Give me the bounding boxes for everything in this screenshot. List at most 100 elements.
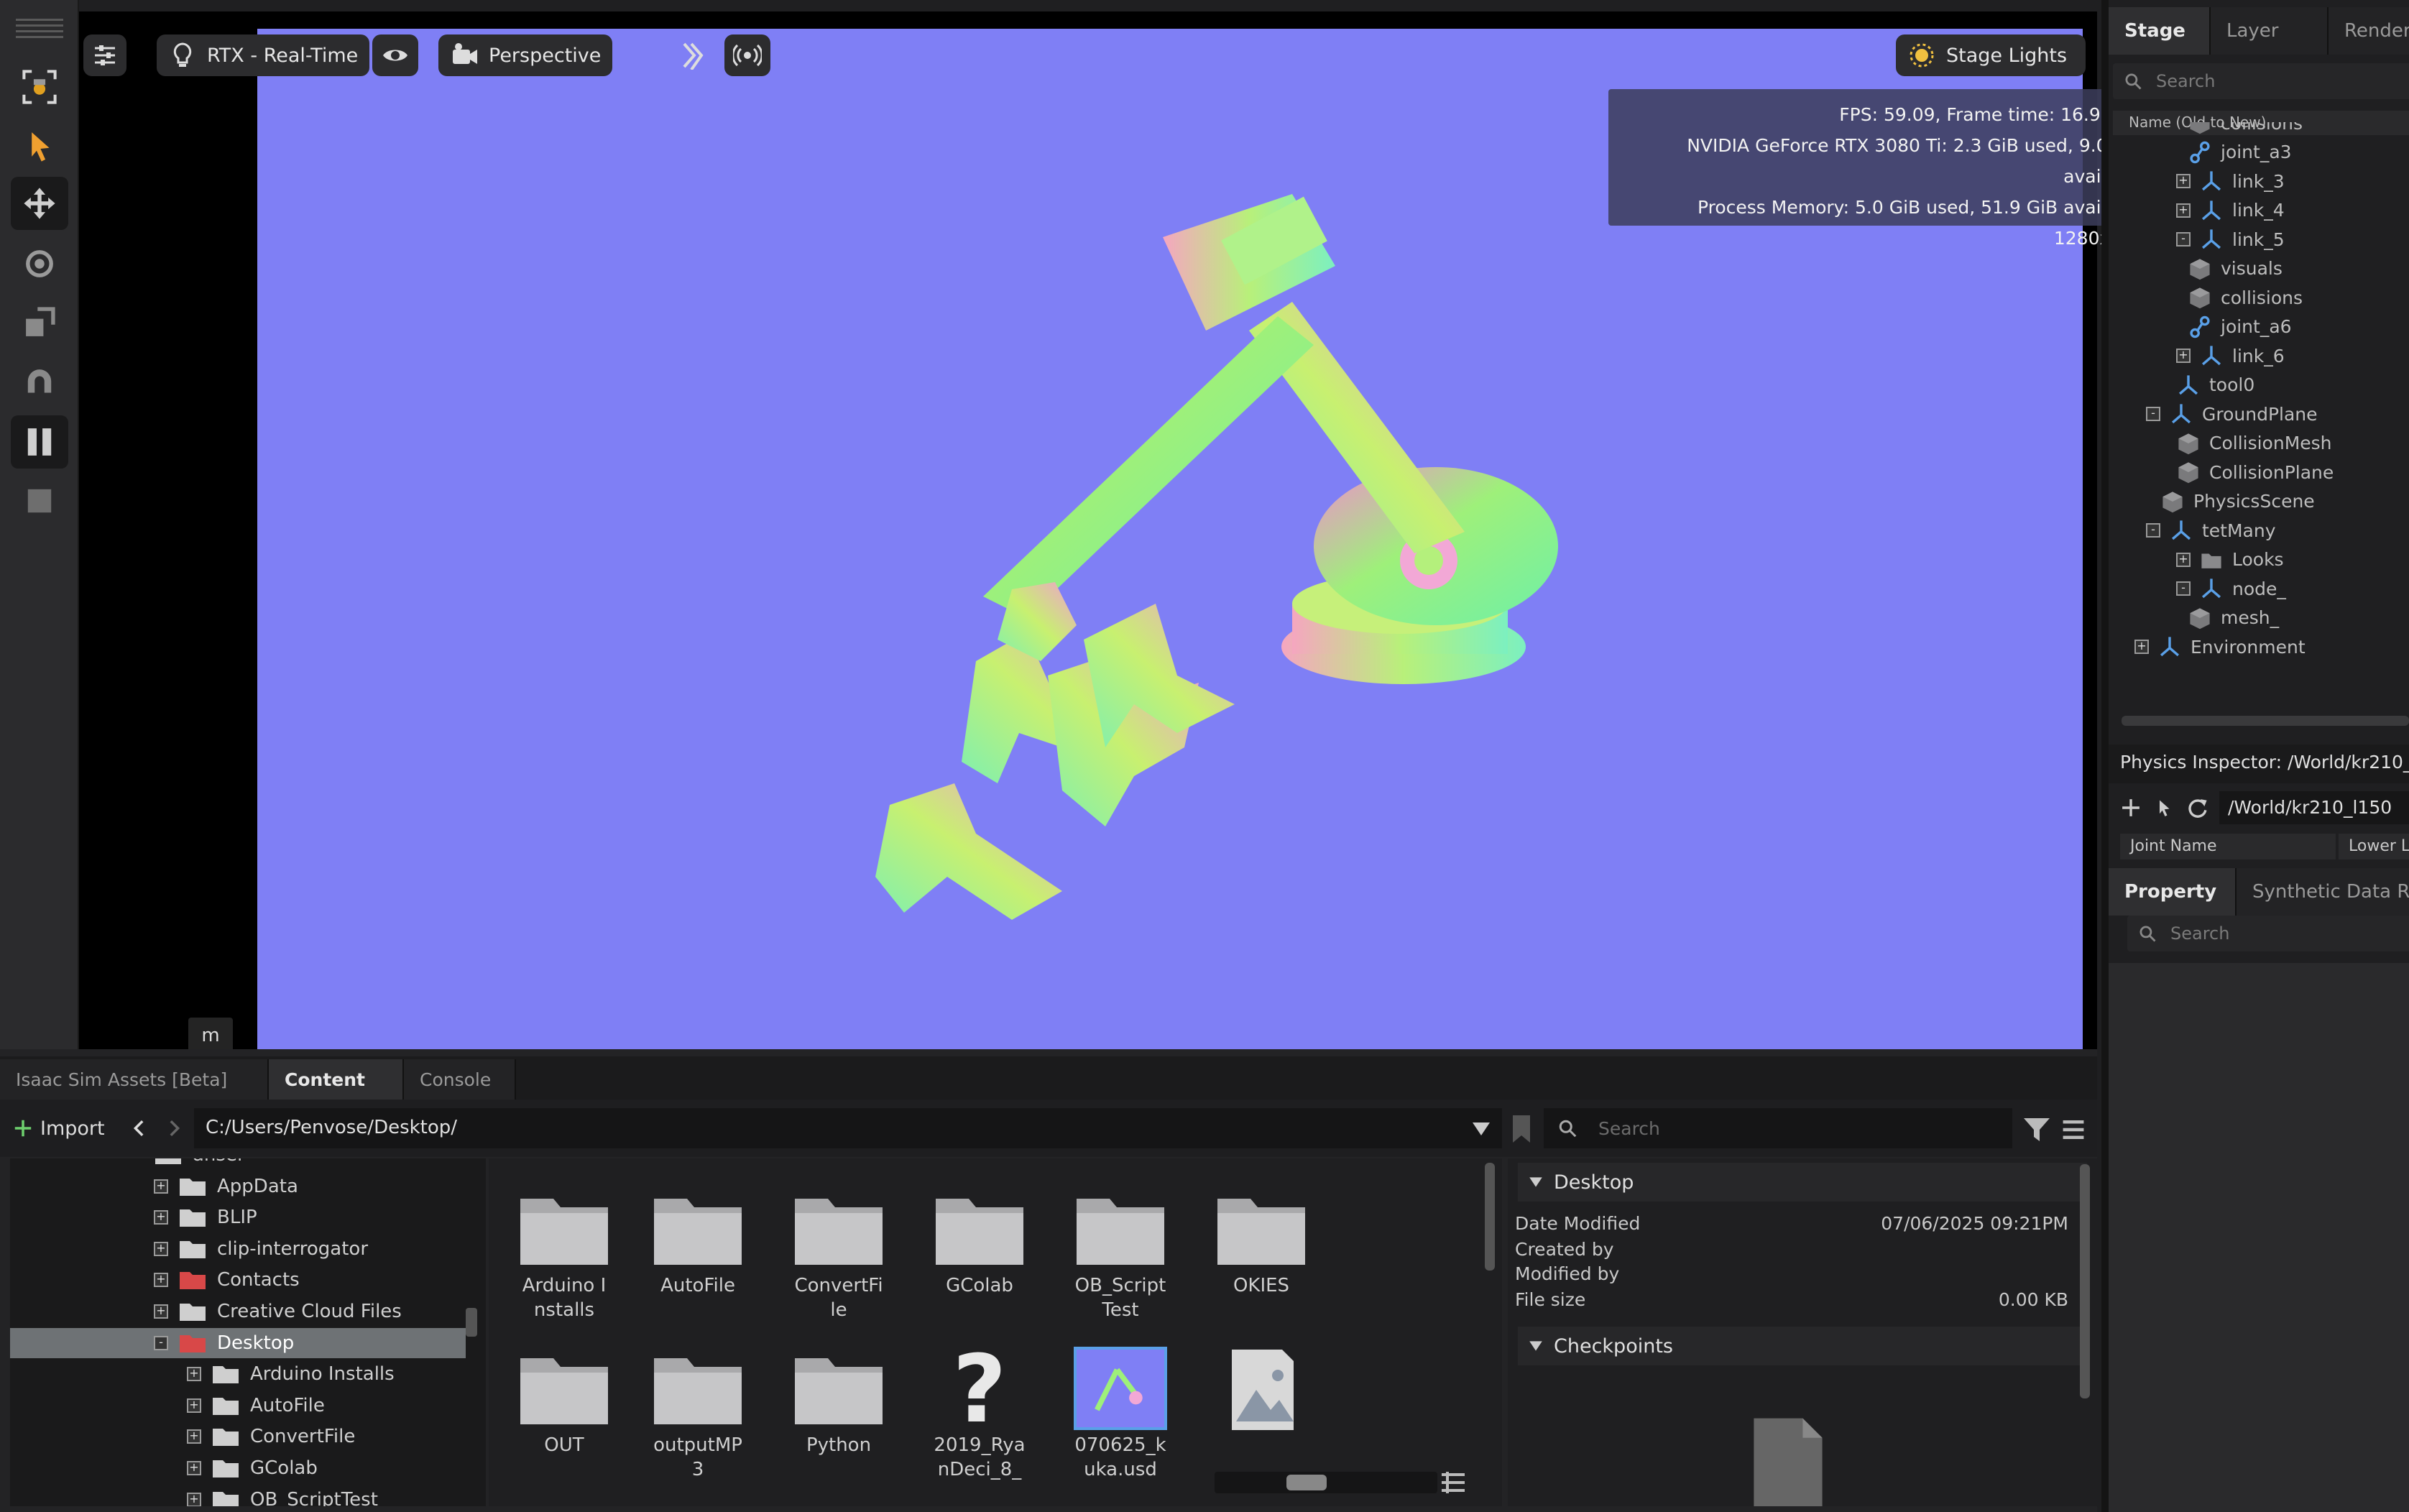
tab-content[interactable]: Content — [269, 1059, 404, 1100]
render-mode-button[interactable]: RTX - Real-Time — [157, 34, 370, 76]
stage-tree-row[interactable]: - GroundPlane — [2146, 399, 2318, 429]
viewport-mode-label[interactable]: m — [188, 1018, 233, 1054]
expand-icon[interactable]: + — [2176, 349, 2191, 363]
tab-render[interactable]: Render — [2329, 7, 2409, 55]
tab-isaac-assets[interactable]: Isaac Sim Assets [Beta] — [0, 1059, 269, 1100]
path-dropdown-icon[interactable] — [1470, 1118, 1492, 1140]
toolbar-grip[interactable] — [16, 19, 63, 39]
grid-item-folder[interactable]: OB_ScriptTest — [1074, 1187, 1167, 1322]
stage-tree-row[interactable]: - node_ — [2176, 573, 2286, 604]
grid-item-folder[interactable]: ConvertFile — [792, 1187, 885, 1322]
checkpoints-header[interactable]: Checkpoints — [1518, 1327, 2087, 1365]
grid-item-unknown[interactable]: ?2019_RyanDeci_8_T.pdf — [933, 1347, 1026, 1482]
forward-arrow-icon[interactable] — [164, 1117, 184, 1140]
folder-tree-item[interactable]: + ConvertFile — [187, 1421, 355, 1452]
tab-synthetic-data[interactable]: Synthetic Data R — [2237, 868, 2409, 916]
grid-item-usd[interactable]: 070625_kuka.usd — [1074, 1347, 1167, 1482]
grid-item-folder[interactable]: Python — [792, 1347, 885, 1457]
move-tool-button[interactable] — [11, 177, 68, 230]
broadcast-button[interactable] — [724, 34, 770, 76]
property-search-input[interactable]: Search — [2127, 916, 2409, 951]
frame-selection-button[interactable] — [11, 60, 68, 114]
snap-button[interactable] — [11, 356, 68, 410]
thumbnail-size-slider[interactable] — [1215, 1472, 1437, 1493]
stage-tree-row[interactable]: collisions — [2188, 282, 2303, 313]
select-tool-button[interactable] — [11, 119, 68, 172]
stage-tree-row[interactable]: visuals — [2188, 254, 2283, 284]
expand-icon[interactable]: + — [187, 1398, 201, 1413]
physics-path-field[interactable]: /World/kr210_l150 — [2219, 791, 2409, 824]
grid-item-folder[interactable]: outputMP3 — [651, 1347, 745, 1482]
collapse-icon[interactable]: - — [2176, 232, 2191, 246]
folder-tree-item[interactable]: + Contacts — [154, 1265, 300, 1295]
stage-tree-row[interactable]: CollisionMesh — [2176, 428, 2332, 458]
expand-toolbar-button[interactable] — [678, 34, 704, 76]
folder-tree-item[interactable]: + AutoFile — [187, 1391, 325, 1421]
stage-tree-row[interactable]: - link_5 — [2176, 224, 2285, 254]
folder-tree-item[interactable]: + GColab — [187, 1453, 318, 1483]
folder-tree-item[interactable]: + BLIP — [154, 1202, 257, 1232]
grid-item-image[interactable] — [1215, 1347, 1308, 1433]
folder-tree-item[interactable]: + Creative Cloud Files — [154, 1296, 402, 1327]
expand-icon[interactable]: + — [154, 1179, 168, 1194]
stage-lights-button[interactable]: Stage Lights — [1896, 34, 2086, 76]
grid-item-folder[interactable]: OKIES — [1215, 1187, 1308, 1298]
import-button[interactable]: Import — [13, 1110, 105, 1147]
slider-thumb[interactable] — [1286, 1475, 1327, 1490]
bookmark-icon[interactable] — [1511, 1114, 1532, 1144]
expand-icon[interactable]: + — [2176, 552, 2191, 567]
expand-icon[interactable]: + — [154, 1241, 168, 1256]
list-view-icon[interactable] — [1439, 1470, 1468, 1495]
collapse-icon[interactable]: - — [154, 1335, 168, 1350]
stage-tree-row[interactable]: joint_a6 — [2188, 312, 2292, 342]
stage-tree-row[interactable]: joint_a3 — [2188, 137, 2292, 167]
folder-tree-item[interactable]: ansel — [154, 1158, 242, 1170]
expand-icon[interactable]: + — [154, 1273, 168, 1288]
folder-tree-item[interactable]: + OB_ScriptTest — [187, 1485, 378, 1506]
stage-tree-row[interactable]: + Looks — [2176, 545, 2284, 575]
stage-tree-row[interactable]: tool0 — [2176, 370, 2254, 400]
details-header[interactable]: Desktop — [1518, 1163, 2087, 1202]
stage-tree[interactable]: collisions joint_a3 + link_3 + link_4 - link_5 v… — [2109, 122, 2409, 711]
expand-icon[interactable]: + — [154, 1304, 168, 1319]
back-arrow-icon[interactable] — [129, 1117, 149, 1140]
refresh-icon[interactable] — [2185, 796, 2209, 820]
stage-tree-row[interactable]: mesh_ — [2188, 603, 2279, 633]
stage-tree-row[interactable]: PhysicsScene — [2160, 487, 2315, 517]
stage-tree-row[interactable]: collisions — [2188, 122, 2303, 138]
stage-search-input[interactable]: Search — [2113, 63, 2409, 99]
tab-console[interactable]: Console — [404, 1059, 516, 1100]
expand-icon[interactable]: + — [187, 1367, 201, 1382]
tab-property[interactable]: Property — [2109, 868, 2237, 916]
stop-button[interactable] — [11, 474, 68, 527]
pause-button[interactable] — [11, 415, 68, 469]
scale-tool-button[interactable] — [11, 296, 68, 349]
stage-tree-row[interactable]: - tetMany — [2146, 515, 2276, 545]
stage-tree-row[interactable]: CollisionPlane — [2176, 457, 2334, 487]
tab-layer[interactable]: Layer — [2211, 7, 2329, 55]
pointer-icon[interactable] — [2153, 797, 2175, 819]
visibility-button[interactable] — [372, 34, 418, 76]
joint-name-header[interactable]: Joint Name — [2120, 834, 2336, 859]
collapse-icon[interactable]: - — [2146, 407, 2160, 421]
lower-limit-header[interactable]: Lower Lim — [2339, 834, 2409, 859]
grid-item-folder[interactable]: GColab — [933, 1187, 1026, 1298]
expand-icon[interactable]: + — [2176, 203, 2191, 218]
content-search-input[interactable]: Search — [1544, 1108, 2012, 1148]
grid-item-folder[interactable]: Arduino Installs — [517, 1187, 611, 1322]
grid-item-folder[interactable]: OUT — [517, 1347, 611, 1457]
stage-tree-row[interactable]: + link_4 — [2176, 195, 2285, 226]
viewport-settings-button[interactable] — [83, 34, 126, 76]
stage-tree-row[interactable]: + Environment — [2134, 632, 2306, 662]
path-input[interactable]: C:/Users/Penvose/Desktop/ — [194, 1108, 1502, 1148]
folder-tree-scrollbar[interactable] — [466, 1308, 477, 1337]
filter-icon[interactable] — [2022, 1115, 2051, 1144]
expand-icon[interactable]: + — [187, 1429, 201, 1444]
camera-button[interactable]: Perspective — [438, 34, 613, 76]
grid-item-folder[interactable]: AutoFile — [651, 1187, 745, 1298]
rotate-tool-button[interactable] — [11, 237, 68, 290]
viewport[interactable]: RTX - Real-Time Perspective Stage Lights… — [79, 11, 2162, 1056]
expand-icon[interactable]: + — [2176, 174, 2191, 188]
details-scrollbar[interactable] — [2080, 1164, 2090, 1398]
file-grid-panel[interactable]: Arduino Installs AutoFile ConvertFile GCola… — [489, 1158, 1502, 1506]
